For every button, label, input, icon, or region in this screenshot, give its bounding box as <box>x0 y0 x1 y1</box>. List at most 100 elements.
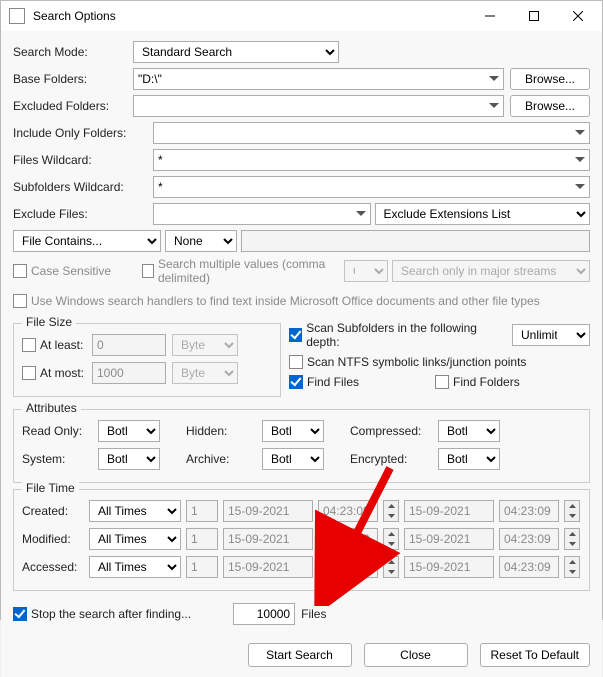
excluded-folders-input[interactable] <box>133 95 504 117</box>
label-search-mode: Search Mode: <box>13 45 133 59</box>
created-from-time[interactable] <box>318 500 378 522</box>
file-contains-mode-select[interactable]: None <box>165 230 237 252</box>
modified-from-date[interactable] <box>223 528 313 550</box>
label-scan-subfolders: Scan Subfolders in the following depth: <box>306 321 500 349</box>
start-search-button[interactable]: Start Search <box>248 643 352 667</box>
app-icon <box>9 8 25 24</box>
file-contains-text-input[interactable] <box>241 230 590 252</box>
label-files-wildcard: Files Wildcard: <box>13 153 153 167</box>
created-from-spinner[interactable] <box>383 500 399 522</box>
label-compressed: Compressed: <box>350 424 432 438</box>
search-mode-select[interactable]: Standard Search <box>133 41 339 63</box>
search-scope-select[interactable]: Search only in major streams <box>392 260 590 282</box>
read-only-select[interactable]: Both <box>98 420 160 442</box>
label-base-folders: Base Folders: <box>13 72 133 86</box>
attributes-legend: Attributes <box>22 401 81 415</box>
files-wildcard-input[interactable] <box>153 149 590 171</box>
accessed-mode-select[interactable]: All Times <box>89 556 181 578</box>
include-only-input[interactable] <box>153 122 590 144</box>
label-search-multiple: Search multiple values (comma delimited) <box>158 257 344 285</box>
at-most-unit-select[interactable]: Bytes <box>172 362 238 384</box>
exclude-mode-select[interactable]: Exclude Extensions List <box>375 203 591 225</box>
label-case-sensitive: Case Sensitive <box>31 264 111 278</box>
label-find-folders: Find Folders <box>453 375 520 389</box>
file-size-legend: File Size <box>22 315 76 329</box>
find-files-checkbox[interactable] <box>289 375 303 389</box>
accessed-from-spinner[interactable] <box>383 556 399 578</box>
label-modified: Modified: <box>22 532 84 546</box>
modified-to-spinner[interactable] <box>564 528 580 550</box>
use-windows-handlers-checkbox[interactable] <box>13 294 27 308</box>
attributes-group: Attributes Read Only: Both Hidden: Both … <box>13 409 590 483</box>
scan-subfolders-checkbox[interactable] <box>289 328 302 342</box>
created-to-time[interactable] <box>499 500 559 522</box>
scan-depth-select[interactable]: Unlimited <box>512 324 590 346</box>
compressed-select[interactable]: Both <box>438 420 500 442</box>
at-least-input[interactable] <box>92 334 166 356</box>
modified-from-time[interactable] <box>318 528 378 550</box>
created-to-date[interactable] <box>404 500 494 522</box>
find-folders-checkbox[interactable] <box>435 375 449 389</box>
at-least-unit-select[interactable]: Bytes <box>172 334 238 356</box>
created-mode-select[interactable]: All Times <box>89 500 181 522</box>
modified-to-time[interactable] <box>499 528 559 550</box>
file-time-legend: File Time <box>22 481 79 495</box>
label-stop-after: Stop the search after finding... <box>31 607 191 621</box>
close-button[interactable]: Close <box>364 643 468 667</box>
label-hidden: Hidden: <box>186 424 256 438</box>
encrypted-select[interactable]: Both <box>438 448 500 470</box>
accessed-from-time[interactable] <box>318 556 378 578</box>
titlebar: Search Options <box>1 1 602 31</box>
accessed-to-spinner[interactable] <box>564 556 580 578</box>
maximize-button[interactable] <box>512 1 556 31</box>
hidden-select[interactable]: Both <box>262 420 324 442</box>
accessed-num-input[interactable] <box>186 556 218 578</box>
at-most-checkbox[interactable] <box>22 366 36 380</box>
label-at-least: At least: <box>40 338 83 352</box>
at-least-checkbox[interactable] <box>22 338 36 352</box>
window-title: Search Options <box>33 9 468 23</box>
label-system: System: <box>22 452 92 466</box>
modified-mode-select[interactable]: All Times <box>89 528 181 550</box>
close-window-button[interactable] <box>556 1 600 31</box>
file-size-group: File Size At least: Bytes At most: By <box>13 323 281 397</box>
minimize-button[interactable] <box>468 1 512 31</box>
base-folders-input[interactable] <box>133 68 504 90</box>
label-archive: Archive: <box>186 452 256 466</box>
created-num-input[interactable] <box>186 500 218 522</box>
modified-num-input[interactable] <box>186 528 218 550</box>
multiple-op-select[interactable]: Or <box>344 260 388 282</box>
search-multiple-checkbox[interactable] <box>142 264 154 278</box>
modified-to-date[interactable] <box>404 528 494 550</box>
scan-ntfs-checkbox[interactable] <box>289 355 303 369</box>
stop-after-checkbox[interactable] <box>13 607 27 621</box>
browse-base-folders-button[interactable]: Browse... <box>510 68 590 90</box>
accessed-from-date[interactable] <box>223 556 313 578</box>
label-scan-ntfs: Scan NTFS symbolic links/junction points <box>307 355 526 369</box>
archive-select[interactable]: Both <box>262 448 324 470</box>
reset-default-button[interactable]: Reset To Default <box>480 643 591 667</box>
file-time-group: File Time Created: All Times Modified: A… <box>13 489 590 591</box>
subfolders-wildcard-input[interactable] <box>153 176 590 198</box>
label-include-only: Include Only Folders: <box>13 126 153 140</box>
browse-excluded-folders-button[interactable]: Browse... <box>510 95 590 117</box>
label-find-files: Find Files <box>307 375 359 389</box>
case-sensitive-checkbox[interactable] <box>13 264 27 278</box>
label-created: Created: <box>22 504 84 518</box>
label-accessed: Accessed: <box>22 560 84 574</box>
exclude-files-input[interactable] <box>153 203 371 225</box>
at-most-input[interactable] <box>92 362 166 384</box>
created-to-spinner[interactable] <box>564 500 580 522</box>
created-from-date[interactable] <box>223 500 313 522</box>
stop-after-count-input[interactable] <box>233 603 295 625</box>
accessed-to-time[interactable] <box>499 556 559 578</box>
accessed-to-date[interactable] <box>404 556 494 578</box>
system-select[interactable]: Both <box>98 448 160 470</box>
label-read-only: Read Only: <box>22 424 92 438</box>
label-at-most: At most: <box>40 366 84 380</box>
label-encrypted: Encrypted: <box>350 452 432 466</box>
modified-from-spinner[interactable] <box>383 528 399 550</box>
label-exclude-files: Exclude Files: <box>13 207 153 221</box>
file-contains-select[interactable]: File Contains... <box>13 230 161 252</box>
label-subfolders-wildcard: Subfolders Wildcard: <box>13 180 153 194</box>
